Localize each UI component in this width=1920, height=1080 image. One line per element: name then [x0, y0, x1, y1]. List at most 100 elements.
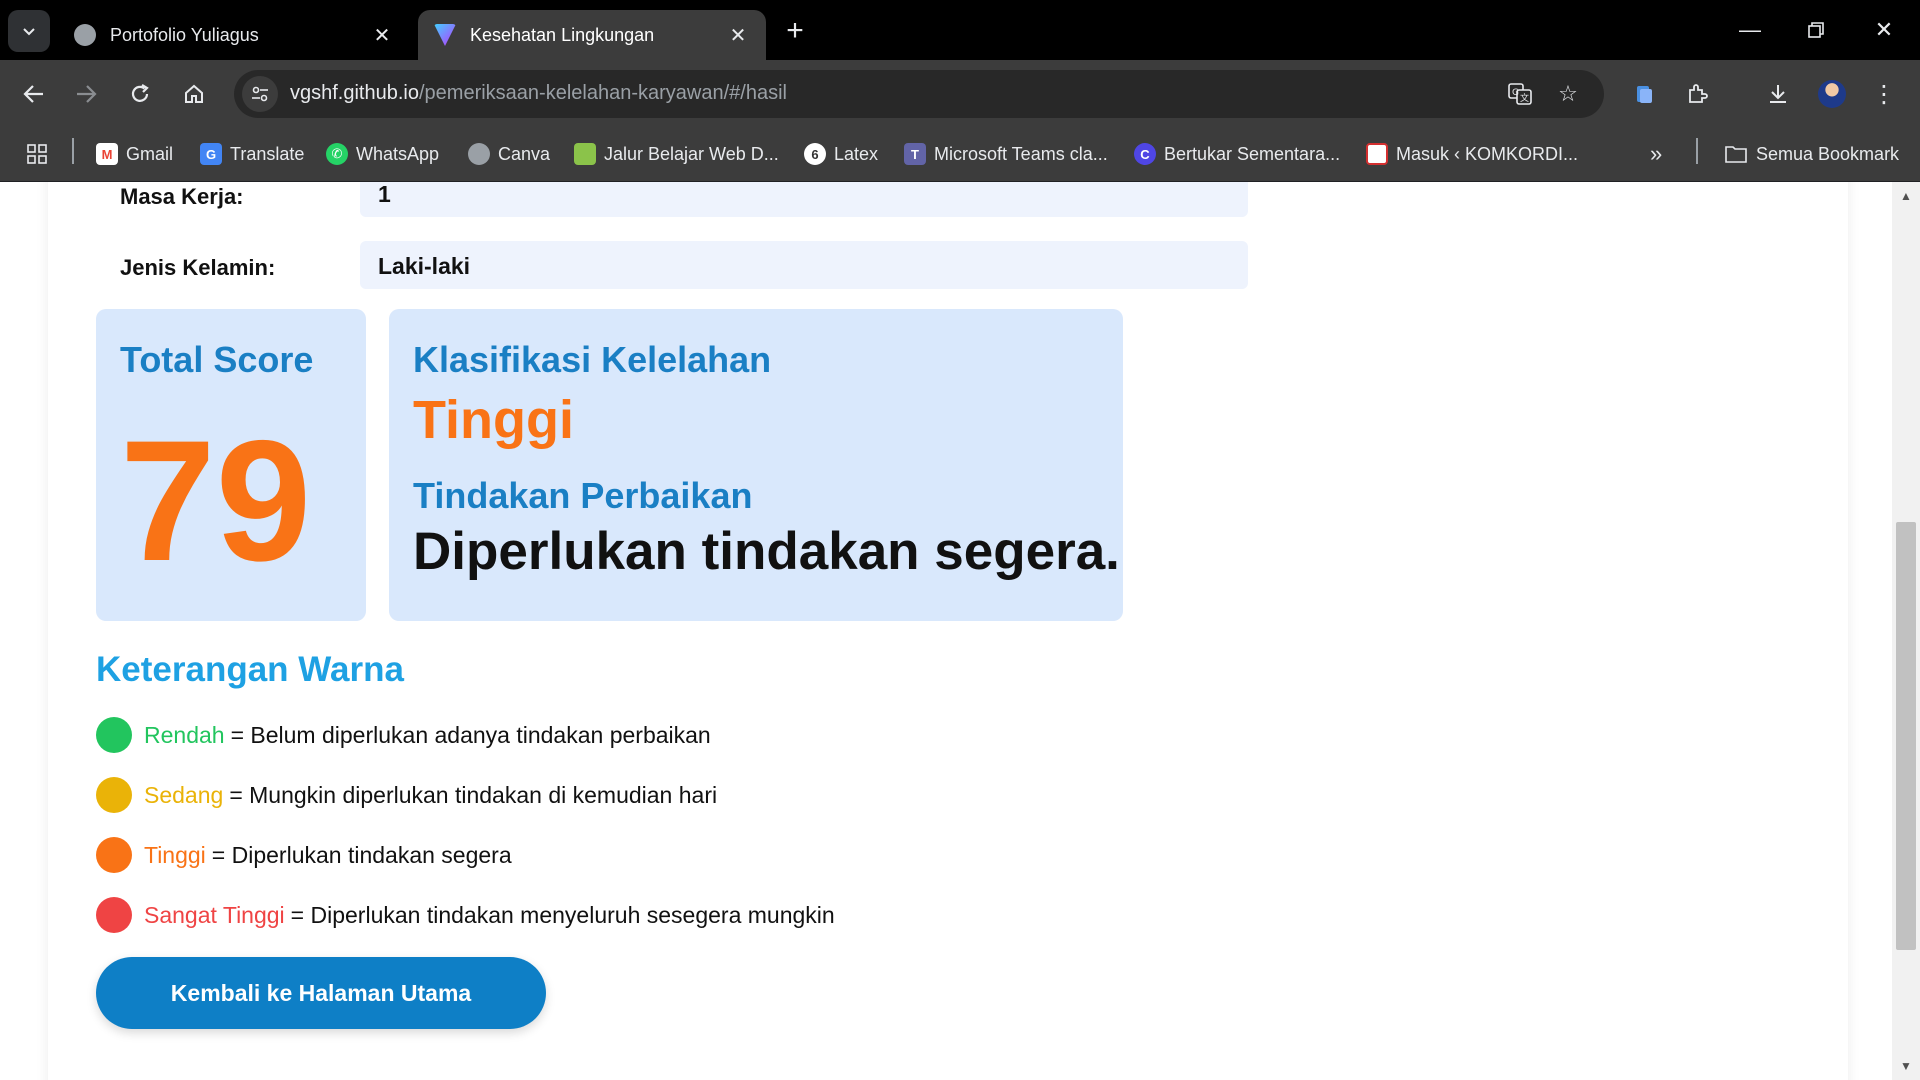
apps-icon[interactable]: [26, 138, 48, 170]
action-value: Diperlukan tindakan segera.: [413, 522, 1120, 581]
reload-button[interactable]: [120, 74, 160, 114]
address-bar[interactable]: vgshf.github.io/pemeriksaan-kelelahan-ka…: [234, 70, 1604, 118]
close-icon[interactable]: ✕: [370, 23, 394, 47]
restore-icon: [1808, 22, 1824, 38]
masa-kerja-field: 1: [360, 182, 1248, 217]
legend-desc: = Mungkin diperlukan tindakan di kemudia…: [229, 781, 718, 808]
bookmark-label: Masuk ‹ KOMKORDI...: [1396, 143, 1579, 164]
tab-kesehatan[interactable]: Kesehatan Lingkungan ✕: [418, 10, 766, 60]
bookmark-label: Bertukar Sementara...: [1164, 143, 1341, 164]
more-bookmarks-icon[interactable]: »: [1650, 138, 1662, 170]
bookmark-gmail[interactable]: M Gmail: [96, 138, 173, 170]
bookmarks-bar: M Gmail G Translate ✆ WhatsApp Canva Jal…: [0, 128, 1920, 182]
reload-icon: [131, 84, 149, 102]
legend-desc: = Diperlukan tindakan menyeluruh seseger…: [290, 901, 835, 928]
arrow-right-icon: [77, 85, 97, 103]
page-viewport: Masa Kerja: 1 Jenis Kelamin: Laki-laki T…: [0, 182, 1920, 1080]
extension-docs-icon[interactable]: [1624, 74, 1664, 114]
bookmark-label: Translate: [230, 143, 305, 164]
folder-icon: [1725, 146, 1747, 163]
scroll-up-arrow[interactable]: ▲: [1896, 186, 1916, 206]
bookmark-separator: [72, 138, 74, 164]
bookmark-whatsapp[interactable]: ✆ WhatsApp: [326, 138, 439, 170]
bookmark-site-icon: [574, 143, 596, 165]
action-title: Tindakan Perbaikan: [413, 475, 753, 516]
tab-title: Portofolio Yuliagus: [110, 24, 259, 45]
bookmark-canva[interactable]: Canva: [468, 138, 550, 170]
bookmark-translate[interactable]: G Translate: [200, 138, 304, 170]
latex-icon: 6: [804, 143, 826, 165]
bookmark-label: Latex: [834, 143, 879, 164]
browser-toolbar: vgshf.github.io/pemeriksaan-kelelahan-ka…: [0, 60, 1920, 128]
legend-name: Sedang: [144, 781, 224, 808]
legend-name: Rendah: [144, 721, 225, 748]
tune-icon: [252, 86, 268, 102]
bookmark-label: WhatsApp: [356, 143, 440, 164]
legend-item: Tinggi = Diperlukan tindakan segera: [96, 835, 512, 875]
url-path: /pemeriksaan-kelelahan-karyawan/#/hasil: [418, 82, 787, 104]
legend-name: Sangat Tinggi: [144, 901, 285, 928]
url-text: vgshf.github.io/pemeriksaan-kelelahan-ka…: [290, 82, 787, 105]
bookmark-label: Microsoft Teams cla...: [934, 143, 1108, 164]
c-icon: C: [1134, 143, 1156, 165]
minimize-button[interactable]: —: [1720, 8, 1780, 52]
bookmark-jalur-belajar[interactable]: Jalur Belajar Web D...: [574, 138, 779, 170]
close-window-button[interactable]: ✕: [1854, 8, 1914, 52]
bookmark-komkordi[interactable]: Masuk ‹ KOMKORDI...: [1366, 138, 1578, 170]
back-to-home-button[interactable]: Kembali ke Halaman Utama: [96, 957, 546, 1029]
bookmark-latex[interactable]: 6 Latex: [804, 138, 878, 170]
profile-avatar[interactable]: [1812, 74, 1852, 114]
status-dot-green: [96, 717, 132, 753]
teams-icon: T: [904, 143, 926, 165]
classification-value: Tinggi: [413, 390, 574, 450]
all-bookmarks-button[interactable]: Semua Bookmark: [1724, 138, 1899, 170]
total-score-title: Total Score: [120, 339, 314, 380]
vite-icon: [434, 24, 456, 46]
scroll-down-arrow[interactable]: ▼: [1896, 1056, 1916, 1076]
home-button[interactable]: [174, 74, 214, 114]
legend-desc: = Belum diperlukan adanya tindakan perba…: [230, 721, 711, 748]
legend-title: Keterangan Warna: [96, 650, 404, 689]
legend-item: Rendah = Belum diperlukan adanya tindaka…: [96, 715, 711, 755]
svg-text:文: 文: [1520, 92, 1529, 104]
jenis-kelamin-field: Laki-laki: [360, 241, 1248, 289]
new-tab-button[interactable]: +: [778, 14, 812, 48]
forward-button[interactable]: [66, 74, 106, 114]
scrollbar-thumb[interactable]: [1896, 522, 1916, 950]
jenis-kelamin-label: Jenis Kelamin:: [120, 255, 276, 280]
result-card: Masa Kerja: 1 Jenis Kelamin: Laki-laki T…: [48, 182, 1848, 1080]
close-icon[interactable]: ✕: [726, 23, 750, 47]
legend-name: Tinggi: [144, 841, 206, 868]
legend-item: Sangat Tinggi = Diperlukan tindakan meny…: [96, 895, 835, 935]
extensions-icon[interactable]: [1678, 74, 1718, 114]
restore-button[interactable]: [1786, 8, 1846, 52]
download-icon[interactable]: [1758, 74, 1798, 114]
menu-icon[interactable]: ⋮: [1864, 74, 1904, 114]
gmail-icon: M: [96, 143, 118, 165]
translate-page-icon[interactable]: G文: [1506, 80, 1534, 108]
legend-item: Sedang = Mungkin diperlukan tindakan di …: [96, 775, 717, 815]
site-info-button[interactable]: [242, 76, 278, 112]
masa-kerja-label: Masa Kerja:: [120, 184, 244, 209]
globe-icon: [468, 143, 490, 165]
bookmark-label: Jalur Belajar Web D...: [604, 143, 779, 164]
total-score-box: Total Score 79: [96, 309, 366, 621]
whatsapp-icon: ✆: [326, 143, 348, 165]
tab-title: Kesehatan Lingkungan: [470, 24, 655, 45]
back-button[interactable]: [14, 74, 54, 114]
url-domain: vgshf.github.io: [290, 82, 419, 104]
bookmark-separator: [1696, 138, 1698, 164]
status-dot-red: [96, 897, 132, 933]
tab-search-button[interactable]: [8, 10, 50, 52]
chevron-down-icon: [23, 28, 35, 36]
home-icon: [185, 84, 203, 103]
classification-title: Klasifikasi Kelelahan: [413, 339, 772, 380]
status-dot-yellow: [96, 777, 132, 813]
tab-portofolio[interactable]: Portofolio Yuliagus ✕: [58, 10, 410, 60]
bookmark-bertukar[interactable]: C Bertukar Sementara...: [1134, 138, 1340, 170]
bookmark-label: Gmail: [126, 143, 174, 164]
total-score-value: 79: [120, 405, 312, 597]
star-icon[interactable]: ☆: [1554, 80, 1582, 108]
bookmark-teams[interactable]: T Microsoft Teams cla...: [904, 138, 1108, 170]
legend-desc: = Diperlukan tindakan segera: [211, 841, 512, 868]
